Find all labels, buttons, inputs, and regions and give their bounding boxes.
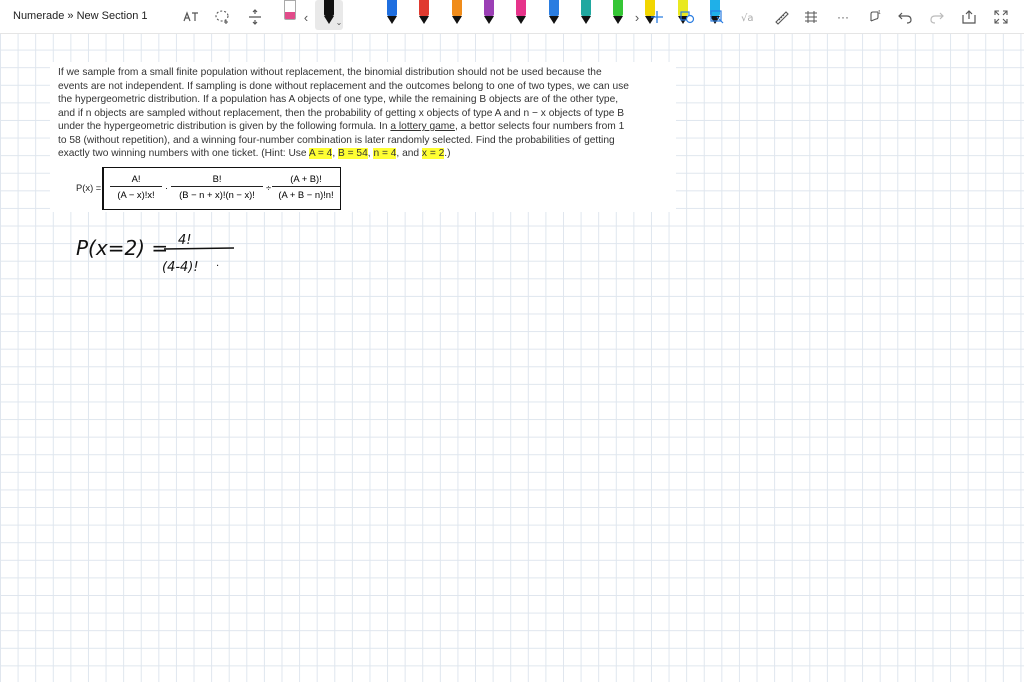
pen-color-2[interactable] — [416, 0, 432, 30]
pen-tip — [451, 16, 462, 24]
pen-body — [548, 0, 559, 16]
ink-to-math-icon[interactable]: √a — [738, 6, 760, 28]
pen-color-1[interactable] — [384, 0, 400, 30]
fraction: B! (B − n + x)!(n − x)! — [171, 173, 263, 200]
rule-lines-icon[interactable] — [800, 6, 822, 28]
problem-line: to 58 (without repetition), and a winnin… — [58, 134, 615, 146]
pen-color-7[interactable] — [578, 0, 594, 30]
handwritten-denominator: (4-4)! — [162, 260, 199, 275]
pen-tip — [548, 16, 559, 24]
lasso-select-icon[interactable] — [212, 6, 234, 28]
redo-icon[interactable] — [926, 6, 948, 28]
chevron-right-icon[interactable]: › — [630, 6, 644, 28]
problem-line: and if n objects are sampled without rep… — [58, 107, 625, 119]
handwritten-work: P(x=2) = 4! (4-4)! · — [76, 229, 276, 294]
fraction-denominator: (B − n + x)!(n − x)! — [171, 186, 263, 200]
add-pen-icon[interactable] — [646, 6, 668, 28]
hint-highlight: x = 2 — [421, 148, 445, 160]
problem-line: the hypergeometric distribution. If a po… — [58, 94, 619, 106]
problem-card: If we sample from a small finite populat… — [50, 62, 676, 212]
fraction-denominator: (A − x)!x! — [110, 186, 162, 200]
pen-color-3[interactable] — [449, 0, 465, 30]
handwritten-numerator: 4! — [178, 233, 191, 248]
problem-text: If we sample from a small finite populat… — [58, 67, 629, 160]
replay-icon[interactable]: 1 — [864, 6, 886, 28]
problem-line: , a bettor selects four numbers from 1 — [454, 121, 625, 133]
toolbar: Numerade » New Section 1 ‹ ⌄ › √a ··· 1 — [0, 0, 1024, 34]
fullscreen-icon[interactable] — [990, 6, 1012, 28]
formula-label: P(x) = — [76, 182, 102, 193]
hint-highlight: B = 54 — [338, 148, 368, 160]
pen-tip — [387, 16, 397, 24]
pen-tip — [516, 16, 527, 24]
pen-tip — [483, 16, 494, 24]
pen-body — [451, 0, 462, 16]
hint-highlight: A = 4 — [308, 148, 333, 160]
fraction: A! (A − x)!x! — [110, 173, 162, 200]
chevron-down-icon[interactable]: ⌄ — [334, 16, 344, 28]
chevron-left-icon[interactable]: ‹ — [300, 6, 312, 28]
add-space-icon[interactable] — [244, 6, 266, 28]
pen-color-8[interactable] — [610, 0, 626, 30]
eraser-tool[interactable] — [281, 0, 297, 30]
svg-text:1: 1 — [878, 10, 881, 16]
pen-body — [387, 0, 397, 16]
multiply-sign: · — [165, 182, 169, 193]
divide-sign: ÷ — [266, 182, 272, 193]
problem-line: If we sample from a small finite populat… — [58, 67, 602, 78]
fraction-numerator: A! — [131, 173, 141, 184]
pen-body — [580, 0, 591, 16]
hint-highlight: n = 4 — [373, 148, 397, 160]
pen-body — [516, 0, 527, 16]
fraction-numerator: B! — [212, 173, 222, 184]
pen-tip — [419, 16, 430, 24]
fraction-numerator: (A + B)! — [290, 173, 322, 184]
handwritten-dot: · — [216, 261, 219, 272]
fraction-denominator: (A + B − n)!n! — [272, 186, 340, 200]
ink-to-text-icon[interactable] — [180, 6, 202, 28]
problem-line: events are not independent. If sampling … — [58, 80, 629, 92]
pen-color-5[interactable] — [513, 0, 529, 30]
handwritten-lhs: P(x=2) = — [76, 236, 168, 260]
problem-line: exactly two winning numbers with one tic… — [58, 148, 309, 160]
lottery-game-link[interactable]: a lottery game — [390, 121, 455, 132]
pen-tip — [613, 16, 624, 24]
ruler-icon[interactable] — [770, 6, 792, 28]
share-icon[interactable] — [958, 6, 980, 28]
ink-to-shape-icon[interactable] — [706, 6, 728, 28]
pen-tip — [580, 16, 591, 24]
handwritten-fraction-bar — [163, 247, 235, 250]
svg-text:√a: √a — [741, 13, 754, 24]
hint-text: .) — [444, 148, 451, 160]
pen-color-6[interactable] — [546, 0, 562, 30]
pen-body — [419, 0, 430, 16]
pen-color-4[interactable] — [481, 0, 497, 30]
shapes-icon[interactable] — [676, 6, 698, 28]
undo-icon[interactable] — [894, 6, 916, 28]
pen-body — [613, 0, 624, 16]
problem-line: under the hypergeometric distribution is… — [58, 121, 391, 133]
fraction: (A + B)! (A + B − n)!n! — [272, 173, 340, 200]
breadcrumb[interactable]: Numerade » New Section 1 — [13, 10, 148, 22]
hint-text: and — [402, 148, 420, 160]
more-options-icon[interactable]: ··· — [832, 6, 854, 28]
pen-body — [483, 0, 494, 16]
formula-box: A! (A − x)!x! · B! (B − n + x)!(n − x)! … — [102, 167, 341, 210]
